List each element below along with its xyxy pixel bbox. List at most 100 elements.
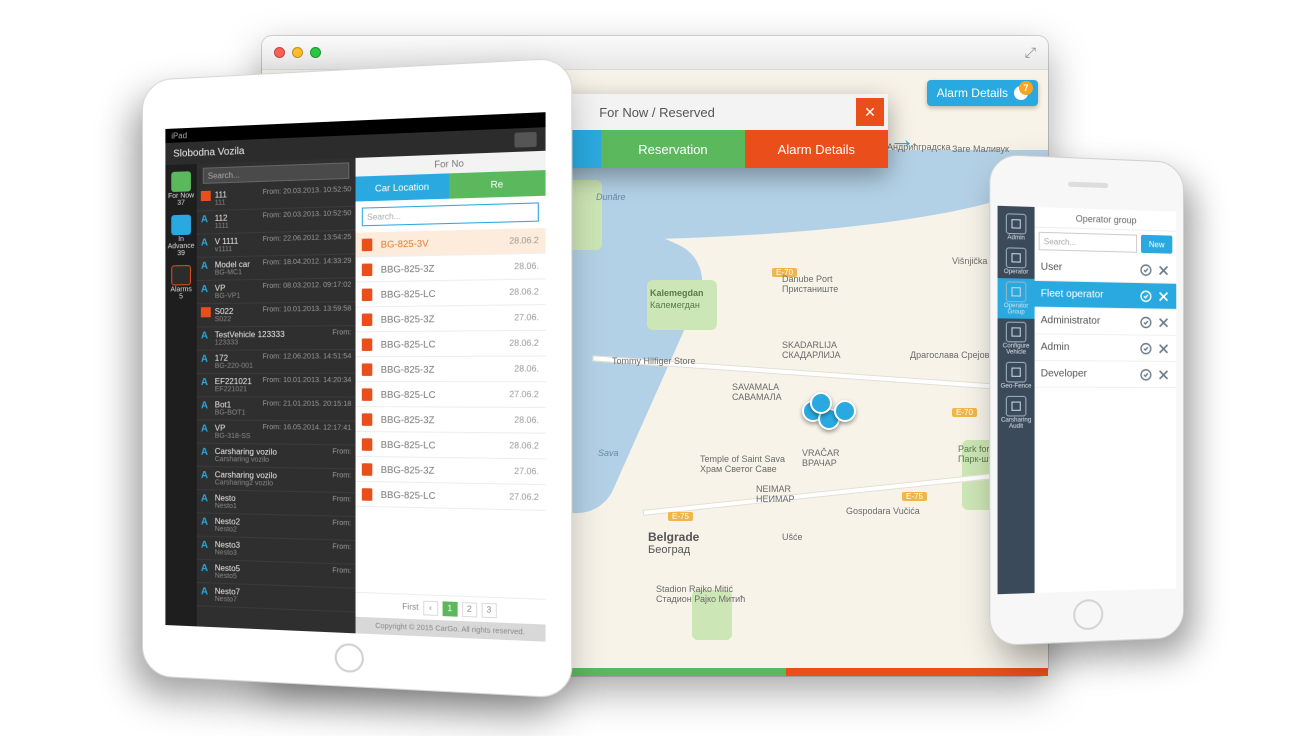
modal-close-button[interactable]: ✕	[856, 98, 884, 126]
menu-icon[interactable]	[514, 132, 536, 148]
tab-reservation[interactable]: Reservation	[601, 130, 744, 168]
close-dot[interactable]	[274, 47, 285, 58]
window-titlebar: ⤢	[262, 36, 1048, 70]
phone-nav-item[interactable]: Carsharing Audit	[998, 393, 1035, 433]
operator-group-row[interactable]: Developer	[1035, 361, 1177, 388]
zoom-dot[interactable]	[310, 47, 321, 58]
tablet-device: iPad Slobodna Vozila For Now 37 In Advan…	[142, 57, 572, 699]
sidenav-in-advance[interactable]: In Advance 39	[165, 211, 196, 260]
car-icon	[362, 338, 372, 351]
home-button[interactable]	[1073, 599, 1103, 631]
phone-nav-item[interactable]: Operator	[998, 244, 1035, 279]
vehicle-sub: Carsharing2 vozilo	[215, 479, 277, 487]
plate-row[interactable]: BBG-825-LC27.06.2	[356, 382, 546, 408]
map-pin[interactable]	[834, 400, 856, 422]
delete-icon[interactable]	[1157, 341, 1171, 355]
delete-icon[interactable]	[1157, 263, 1171, 277]
plate-row[interactable]: BBG-825-LC27.06.2	[356, 482, 546, 511]
phone-nav-item[interactable]: Admin	[998, 210, 1035, 245]
sidenav-for-now[interactable]: For Now 37	[165, 168, 196, 210]
plate-row[interactable]: BBG-825-LC28.06.2	[356, 432, 546, 459]
plate-row[interactable]: BBG-825-3Z28.06.	[356, 407, 546, 434]
vehicle-row[interactable]: ACarsharing voziloCarsharing2 voziloFrom…	[197, 467, 356, 493]
vehicle-row[interactable]: AVPBG-VP1From: 08.03.2012. 09:17:02	[197, 278, 356, 304]
new-button[interactable]: New	[1141, 235, 1172, 254]
row-label: User	[1041, 262, 1062, 274]
vehicle-row[interactable]: ANesto7Nesto7	[197, 583, 356, 613]
vehicle-sub: Nesto3	[215, 549, 240, 557]
vehicle-sub: Carsharing vozilo	[215, 456, 277, 464]
plate-date: 28.06.2	[509, 236, 539, 246]
available-icon: A	[201, 586, 211, 596]
nav-icon	[1006, 322, 1027, 343]
map-label: Sava	[598, 448, 619, 458]
row-label: Fleet operator	[1041, 288, 1104, 300]
nav-icon	[1006, 247, 1027, 268]
vehicle-sub: 111	[215, 199, 227, 206]
panel-tab-reservation[interactable]: Re	[449, 170, 546, 199]
vehicle-row[interactable]: S022S022From: 10.01.2013. 13:59:58	[197, 302, 356, 327]
plate-row[interactable]: BBG-825-3Z27.06.	[356, 457, 546, 485]
vehicle-row[interactable]: ABot1BG-BOT1From: 21.01.2015. 20:15:18	[197, 397, 356, 421]
plate-row[interactable]: BBG-825-3Z28.06.	[356, 357, 546, 383]
vehicle-row[interactable]: AV 1111v1111From: 22.06.2012. 13:54:25	[197, 231, 356, 258]
map-label: СКАДАРЛИЈА	[782, 350, 841, 360]
plate-row[interactable]: BBG-825-3Z27.06.	[356, 305, 546, 332]
vehicle-date: From: 21.01.2015. 20:15:18	[263, 400, 352, 408]
vehicle-search-input[interactable]: Search...	[203, 162, 349, 184]
vehicle-row[interactable]: AEF221021EF221021From: 10.01.2013. 14:20…	[197, 374, 356, 398]
edit-icon[interactable]	[1139, 315, 1153, 329]
phone-nav-item[interactable]: Geo-Fence	[998, 359, 1035, 393]
map-label: Temple of Saint Sava	[700, 454, 785, 464]
vehicle-date: From: 16.05.2014. 12:17:41	[263, 424, 352, 432]
nav-icon	[1006, 213, 1027, 234]
operator-group-row[interactable]: User	[1035, 254, 1177, 284]
plate-row[interactable]: BBG-825-3Z28.06.	[356, 254, 546, 283]
expand-icon[interactable]: ⤢	[1025, 44, 1036, 61]
vehicle-row[interactable]: ACarsharing voziloCarsharing voziloFrom:	[197, 444, 356, 470]
vehicle-sub: BG-BOT1	[215, 409, 246, 416]
pager-page[interactable]: 3	[481, 602, 496, 617]
plate-text: BBG-825-LC	[381, 288, 436, 299]
tab-alarm-details[interactable]: Alarm Details	[745, 130, 888, 168]
edit-icon[interactable]	[1139, 262, 1153, 276]
delete-icon[interactable]	[1157, 315, 1171, 329]
delete-icon[interactable]	[1157, 367, 1171, 381]
home-button[interactable]	[335, 643, 364, 673]
pager-page[interactable]: 1	[442, 601, 457, 616]
delete-icon[interactable]	[1157, 289, 1171, 303]
phone-search-input[interactable]: Search...	[1039, 232, 1137, 253]
operator-group-row[interactable]: Administrator	[1035, 308, 1177, 336]
plate-row[interactable]: BBG-825-LC28.06.2	[356, 331, 546, 357]
sidenav-alarms[interactable]: Alarms 5	[165, 262, 196, 304]
vehicle-date: From: 12.06.2013. 14:51:54	[263, 353, 352, 361]
map-pin[interactable]	[810, 392, 832, 414]
warning-icon	[201, 307, 211, 317]
phone-nav-item[interactable]: Operator Group	[998, 278, 1035, 319]
edit-icon[interactable]	[1139, 341, 1153, 355]
vehicle-row[interactable]: A172BG-220-001From: 12.06.2013. 14:51:54	[197, 350, 356, 374]
vehicle-row[interactable]: AModel carBG-MC1From: 18.04.2012. 14:33:…	[197, 254, 356, 281]
edit-icon[interactable]	[1139, 289, 1153, 303]
available-icon: A	[201, 447, 211, 457]
pager-page[interactable]: 2	[462, 602, 477, 617]
plate-row[interactable]: BG-825-3V28.06.2	[356, 228, 546, 258]
tablet-sidenav: For Now 37 In Advance 39 Alarms 5	[165, 164, 196, 626]
alarm-details-button[interactable]: Alarm Details 7	[927, 80, 1038, 106]
map-label: НЕИМАР	[756, 494, 794, 504]
edit-icon[interactable]	[1139, 367, 1153, 381]
vehicle-row[interactable]: ATestVehicle 123333123333From:	[197, 326, 356, 351]
plate-row[interactable]: BBG-825-LC28.06.2	[356, 279, 546, 307]
phone-nav-item[interactable]: Configure Vehicle	[998, 318, 1035, 359]
minimize-dot[interactable]	[292, 47, 303, 58]
map-label: Заге Маливук	[952, 144, 1009, 154]
pager-first[interactable]: First	[402, 602, 419, 612]
panel-tab-location[interactable]: Car Location	[356, 173, 449, 201]
panel-search-input[interactable]: Search...	[362, 202, 539, 226]
map-label: Храм Светог Саве	[700, 464, 777, 474]
operator-group-row[interactable]: Admin	[1035, 334, 1177, 362]
pager-prev[interactable]: ‹	[423, 600, 438, 615]
available-icon: A	[201, 423, 211, 433]
vehicle-row[interactable]: AVPBG-318-SSFrom: 16.05.2014. 12:17:41	[197, 420, 356, 445]
operator-group-row[interactable]: Fleet operator	[1035, 281, 1177, 310]
